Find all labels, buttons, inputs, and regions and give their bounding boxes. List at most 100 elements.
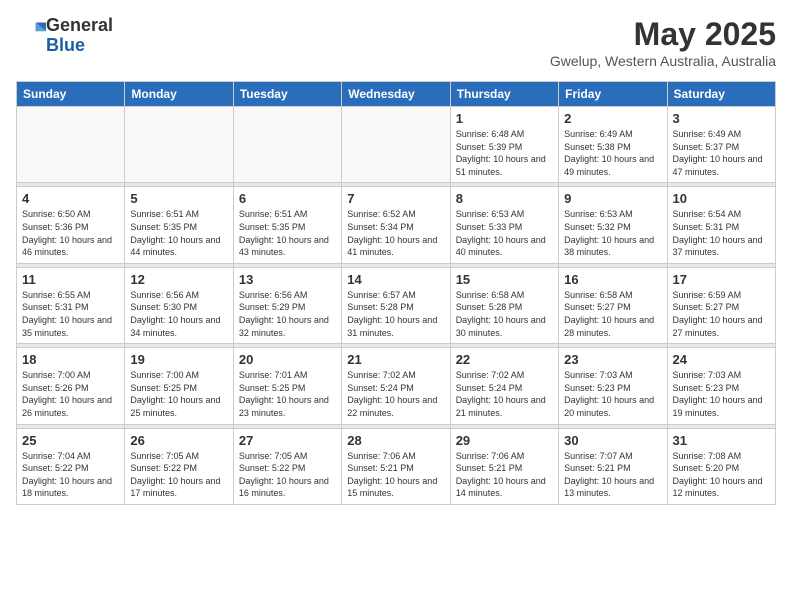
table-row: 17Sunrise: 6:59 AMSunset: 5:27 PMDayligh…: [667, 267, 775, 343]
day-number: 18: [22, 352, 119, 367]
day-number: 3: [673, 111, 770, 126]
day-info: Sunrise: 6:49 AMSunset: 5:38 PMDaylight:…: [564, 128, 661, 178]
day-info: Sunrise: 7:03 AMSunset: 5:23 PMDaylight:…: [564, 369, 661, 419]
col-tuesday: Tuesday: [233, 82, 341, 107]
table-row: 29Sunrise: 7:06 AMSunset: 5:21 PMDayligh…: [450, 428, 558, 504]
day-number: 20: [239, 352, 336, 367]
day-info: Sunrise: 7:06 AMSunset: 5:21 PMDaylight:…: [456, 450, 553, 500]
table-row: 15 Sunrise: 6:58 AMSunset: 5:28 PMDayligh…: [450, 267, 558, 343]
table-row: 12 Sunrise: 6:56 AMSunset: 5:30 PMDayligh…: [125, 267, 233, 343]
day-number: 6: [239, 191, 336, 206]
col-friday: Friday: [559, 82, 667, 107]
table-row: 19 Sunrise: 7:00 AMSunset: 5:25 PMDayligh…: [125, 348, 233, 424]
table-row: 18 Sunrise: 7:00 AMSunset: 5:26 PMDayligh…: [17, 348, 125, 424]
table-row: 10 Sunrise: 6:54 AMSunset: 5:31 PMDayligh…: [667, 187, 775, 263]
day-info: Sunrise: 6:49 AMSunset: 5:37 PMDaylight:…: [673, 128, 770, 178]
table-row: 3 Sunrise: 6:49 AMSunset: 5:37 PMDaylight…: [667, 107, 775, 183]
day-info: Sunrise: 6:54 AMSunset: 5:31 PMDaylight:…: [673, 208, 770, 258]
day-number: 14: [347, 272, 444, 287]
day-number: 24: [673, 352, 770, 367]
day-info: Sunrise: 6:58 AMSunset: 5:28 PMDaylight:…: [456, 289, 553, 339]
day-info: Sunrise: 6:53 AMSunset: 5:32 PMDaylight:…: [564, 208, 661, 258]
calendar-table: Sunday Monday Tuesday Wednesday Thursday…: [16, 81, 776, 505]
table-row: 30Sunrise: 7:07 AMSunset: 5:21 PMDayligh…: [559, 428, 667, 504]
calendar-week-2: 4Sunrise: 6:50 AMSunset: 5:36 PMDaylight…: [17, 187, 776, 263]
day-number: 26: [130, 433, 227, 448]
table-row: 14Sunrise: 6:57 AMSunset: 5:28 PMDayligh…: [342, 267, 450, 343]
table-row: 2 Sunrise: 6:49 AMSunset: 5:38 PMDaylight…: [559, 107, 667, 183]
day-number: 28: [347, 433, 444, 448]
day-info: Sunrise: 7:08 AMSunset: 5:20 PMDaylight:…: [673, 450, 770, 500]
day-number: 5: [130, 191, 227, 206]
day-number: 1: [456, 111, 553, 126]
table-row: 6 Sunrise: 6:51 AMSunset: 5:35 PMDaylight…: [233, 187, 341, 263]
day-info: Sunrise: 7:07 AMSunset: 5:21 PMDaylight:…: [564, 450, 661, 500]
day-number: 22: [456, 352, 553, 367]
day-info: Sunrise: 6:52 AMSunset: 5:34 PMDaylight:…: [347, 208, 444, 258]
day-info: Sunrise: 7:03 AMSunset: 5:23 PMDaylight:…: [673, 369, 770, 419]
day-info: Sunrise: 7:05 AMSunset: 5:22 PMDaylight:…: [130, 450, 227, 500]
day-info: Sunrise: 7:02 AMSunset: 5:24 PMDaylight:…: [347, 369, 444, 419]
calendar-week-3: 11 Sunrise: 6:55 AMSunset: 5:31 PMDayligh…: [17, 267, 776, 343]
day-info: Sunrise: 6:51 AMSunset: 5:35 PMDaylight:…: [239, 208, 336, 258]
day-info: Sunrise: 7:02 AMSunset: 5:24 PMDaylight:…: [456, 369, 553, 419]
day-number: 25: [22, 433, 119, 448]
calendar-week-5: 25 Sunrise: 7:04 AMSunset: 5:22 PMDayligh…: [17, 428, 776, 504]
table-row: 7 Sunrise: 6:52 AMSunset: 5:34 PMDaylight…: [342, 187, 450, 263]
col-thursday: Thursday: [450, 82, 558, 107]
day-info: Sunrise: 7:01 AMSunset: 5:25 PMDaylight:…: [239, 369, 336, 419]
day-info: Sunrise: 6:56 AMSunset: 5:30 PMDaylight:…: [130, 289, 227, 339]
table-row: [233, 107, 341, 183]
calendar-week-4: 18 Sunrise: 7:00 AMSunset: 5:26 PMDayligh…: [17, 348, 776, 424]
logo: General Blue: [16, 16, 113, 56]
calendar-header-row: Sunday Monday Tuesday Wednesday Thursday…: [17, 82, 776, 107]
col-wednesday: Wednesday: [342, 82, 450, 107]
day-number: 11: [22, 272, 119, 287]
day-number: 8: [456, 191, 553, 206]
title-area: May 2025 Gwelup, Western Australia, Aust…: [550, 16, 776, 69]
table-row: 20 Sunrise: 7:01 AMSunset: 5:25 PMDayligh…: [233, 348, 341, 424]
day-number: 27: [239, 433, 336, 448]
table-row: 5Sunrise: 6:51 AMSunset: 5:35 PMDaylight…: [125, 187, 233, 263]
day-info: Sunrise: 6:58 AMSunset: 5:27 PMDaylight:…: [564, 289, 661, 339]
day-info: Sunrise: 6:55 AMSunset: 5:31 PMDaylight:…: [22, 289, 119, 339]
day-number: 17: [673, 272, 770, 287]
table-row: 13Sunrise: 6:56 AMSunset: 5:29 PMDayligh…: [233, 267, 341, 343]
table-row: 27 Sunrise: 7:05 AMSunset: 5:22 PMDayligh…: [233, 428, 341, 504]
table-row: 21 Sunrise: 7:02 AMSunset: 5:24 PMDayligh…: [342, 348, 450, 424]
table-row: 16 Sunrise: 6:58 AMSunset: 5:27 PMDayligh…: [559, 267, 667, 343]
day-number: 23: [564, 352, 661, 367]
table-row: 28Sunrise: 7:06 AMSunset: 5:21 PMDayligh…: [342, 428, 450, 504]
day-number: 15: [456, 272, 553, 287]
logo-general-text: General: [46, 15, 113, 35]
day-info: Sunrise: 7:00 AMSunset: 5:26 PMDaylight:…: [22, 369, 119, 419]
day-number: 7: [347, 191, 444, 206]
location-subtitle: Gwelup, Western Australia, Australia: [550, 53, 776, 69]
table-row: [125, 107, 233, 183]
table-row: 31 Sunrise: 7:08 AMSunset: 5:20 PMDayligh…: [667, 428, 775, 504]
table-row: 26 Sunrise: 7:05 AMSunset: 5:22 PMDayligh…: [125, 428, 233, 504]
day-number: 2: [564, 111, 661, 126]
table-row: 9Sunrise: 6:53 AMSunset: 5:32 PMDaylight…: [559, 187, 667, 263]
logo-blue-text: Blue: [46, 35, 85, 55]
day-number: 16: [564, 272, 661, 287]
logo-icon: [18, 19, 46, 47]
day-info: Sunrise: 7:00 AMSunset: 5:25 PMDaylight:…: [130, 369, 227, 419]
table-row: 1 Sunrise: 6:48 AMSunset: 5:39 PMDaylight…: [450, 107, 558, 183]
calendar-week-1: 1 Sunrise: 6:48 AMSunset: 5:39 PMDaylight…: [17, 107, 776, 183]
day-info: Sunrise: 7:05 AMSunset: 5:22 PMDaylight:…: [239, 450, 336, 500]
day-number: 21: [347, 352, 444, 367]
day-number: 19: [130, 352, 227, 367]
table-row: 24 Sunrise: 7:03 AMSunset: 5:23 PMDayligh…: [667, 348, 775, 424]
day-number: 13: [239, 272, 336, 287]
table-row: 4Sunrise: 6:50 AMSunset: 5:36 PMDaylight…: [17, 187, 125, 263]
day-number: 31: [673, 433, 770, 448]
col-sunday: Sunday: [17, 82, 125, 107]
month-title: May 2025: [550, 16, 776, 53]
day-number: 12: [130, 272, 227, 287]
day-info: Sunrise: 7:04 AMSunset: 5:22 PMDaylight:…: [22, 450, 119, 500]
table-row: 23 Sunrise: 7:03 AMSunset: 5:23 PMDayligh…: [559, 348, 667, 424]
day-number: 10: [673, 191, 770, 206]
page-header: General Blue May 2025 Gwelup, Western Au…: [16, 16, 776, 69]
day-info: Sunrise: 6:48 AMSunset: 5:39 PMDaylight:…: [456, 128, 553, 178]
